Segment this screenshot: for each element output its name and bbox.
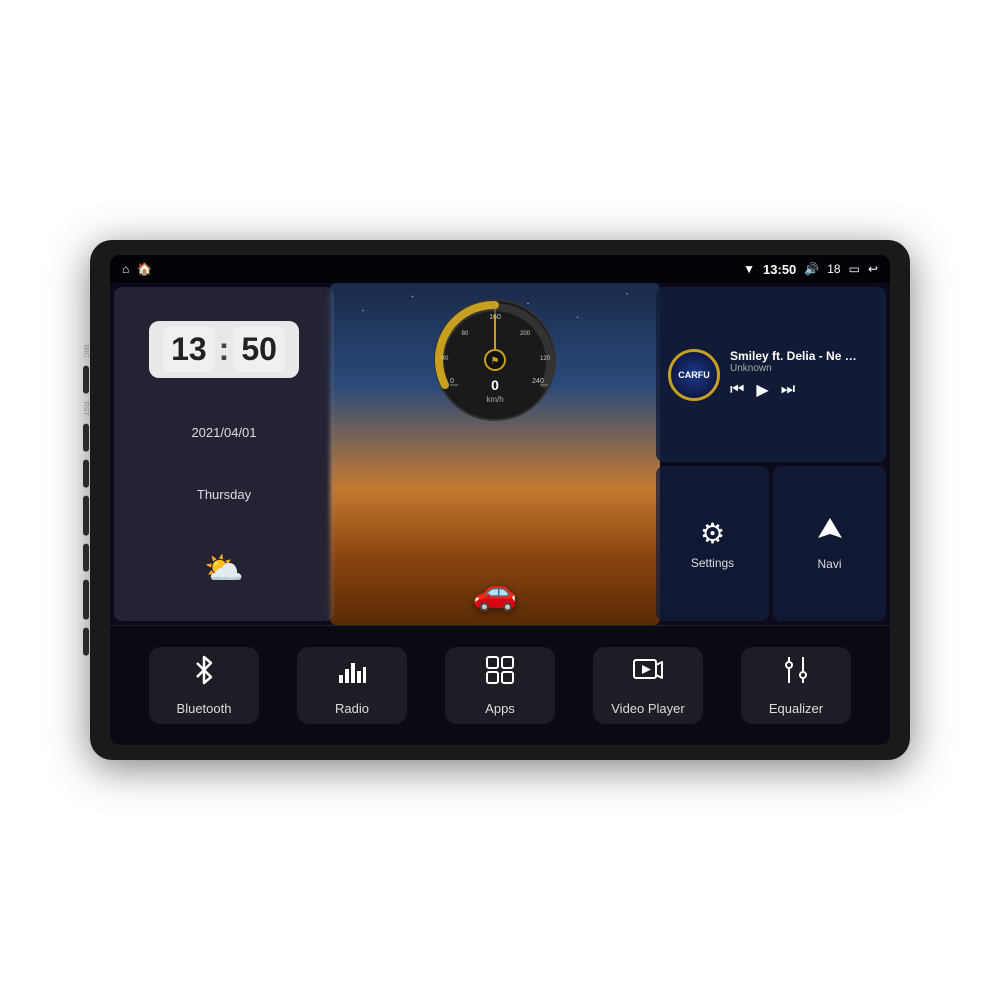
- wifi-icon: ▼: [743, 262, 755, 276]
- status-time: 13:50: [763, 262, 796, 277]
- settings-navi-panels: ⚙ Settings Navi: [656, 466, 886, 621]
- house2-icon[interactable]: 🏠: [137, 262, 152, 276]
- video-player-button[interactable]: Video Player: [593, 647, 703, 724]
- status-bar: ⌂ 🏠 ▼ 13:50 🔊 18 ▭ ↩: [110, 255, 890, 283]
- radio-label: Radio: [335, 701, 369, 716]
- right-panels: CARFU Smiley ft. Delia - Ne v... Unknown…: [656, 287, 886, 621]
- bluetooth-icon: [189, 655, 219, 693]
- svg-text:120: 120: [540, 356, 551, 362]
- settings-panel[interactable]: ⚙ Settings: [656, 466, 769, 621]
- speedometer-panel: 160 0 240 80 200 40 120 ⚑: [338, 287, 652, 621]
- side-btn-4[interactable]: [83, 579, 89, 619]
- music-title: Smiley ft. Delia - Ne v...: [730, 349, 860, 363]
- svg-text:0: 0: [491, 377, 499, 393]
- bluetooth-button[interactable]: Bluetooth: [149, 647, 259, 724]
- side-btn-5[interactable]: [83, 627, 89, 655]
- status-bar-left: ⌂ 🏠: [122, 262, 152, 276]
- rst-button[interactable]: [83, 423, 89, 451]
- radio-button[interactable]: Radio: [297, 647, 407, 724]
- side-btn-1[interactable]: [83, 459, 89, 487]
- prev-button[interactable]: ⏮: [730, 381, 744, 399]
- bottom-dock: Bluetooth Radio: [110, 625, 890, 745]
- date-display: 2021/04/01: [191, 425, 256, 440]
- apps-label: Apps: [485, 701, 515, 716]
- battery-icon: ▭: [849, 262, 860, 276]
- clock-display: 13 : 50: [149, 321, 299, 378]
- svg-text:40: 40: [442, 356, 449, 362]
- radio-icon: [337, 655, 367, 693]
- svg-text:240: 240: [532, 378, 544, 385]
- music-info: Smiley ft. Delia - Ne v... Unknown ⏮ ▶ ⏭: [730, 349, 874, 400]
- svg-text:80: 80: [462, 331, 469, 337]
- music-controls: ⏮ ▶ ⏭: [730, 380, 874, 400]
- settings-icon: ⚙: [700, 517, 725, 550]
- navi-panel[interactable]: Navi: [773, 466, 886, 621]
- apps-button[interactable]: Apps: [445, 647, 555, 724]
- clock-minutes: 50: [233, 327, 285, 372]
- screen: ⌂ 🏠 ▼ 13:50 🔊 18 ▭ ↩: [110, 255, 890, 745]
- mic-button[interactable]: [83, 365, 89, 393]
- car-icon: 🚗: [473, 571, 518, 613]
- video-player-label: Video Player: [611, 701, 684, 716]
- mic-label: MIC: [82, 345, 89, 358]
- side-button-panel: MIC RST: [82, 345, 89, 656]
- settings-label: Settings: [691, 556, 734, 570]
- equalizer-icon: [781, 655, 811, 693]
- side-btn-3[interactable]: [83, 543, 89, 571]
- svg-text:⚑: ⚑: [491, 356, 500, 367]
- speaker-icon: 🔊: [804, 262, 819, 276]
- video-player-icon: [633, 655, 663, 693]
- apps-icon: [485, 655, 515, 693]
- music-artist: Unknown: [730, 363, 874, 374]
- svg-text:200: 200: [520, 331, 531, 337]
- music-logo-text: CARFU: [678, 370, 710, 380]
- back-icon[interactable]: ↩: [868, 262, 878, 276]
- music-panel[interactable]: CARFU Smiley ft. Delia - Ne v... Unknown…: [656, 287, 886, 462]
- status-bar-right: ▼ 13:50 🔊 18 ▭ ↩: [743, 262, 878, 277]
- bluetooth-label: Bluetooth: [177, 701, 232, 716]
- next-button[interactable]: ⏭: [781, 381, 795, 399]
- music-logo: CARFU: [668, 349, 720, 401]
- weather-icon: ⛅: [204, 549, 244, 587]
- svg-text:km/h: km/h: [486, 395, 503, 404]
- navi-icon: [816, 516, 844, 551]
- play-button[interactable]: ▶: [756, 380, 768, 400]
- car-head-unit: MIC RST ⌂ 🏠 ▼ 13:50 🔊 18 ▭ ↩: [90, 240, 910, 760]
- equalizer-button[interactable]: Equalizer: [741, 647, 851, 724]
- speedometer: 160 0 240 80 200 40 120 ⚑: [430, 295, 560, 425]
- volume-level: 18: [827, 262, 840, 276]
- navi-label: Navi: [817, 557, 841, 571]
- clock-weather-panel: 13 : 50 2021/04/01 Thursday ⛅: [114, 287, 334, 621]
- clock-colon: :: [219, 331, 230, 368]
- side-btn-2[interactable]: [83, 495, 89, 535]
- home-icon[interactable]: ⌂: [122, 262, 129, 276]
- day-display: Thursday: [197, 487, 251, 502]
- rst-label: RST: [82, 401, 89, 415]
- svg-text:0: 0: [450, 378, 454, 385]
- clock-hours: 13: [163, 327, 215, 372]
- main-content: 13 : 50 2021/04/01 Thursday ⛅: [110, 283, 890, 745]
- top-panels: 13 : 50 2021/04/01 Thursday ⛅: [110, 283, 890, 625]
- equalizer-label: Equalizer: [769, 701, 823, 716]
